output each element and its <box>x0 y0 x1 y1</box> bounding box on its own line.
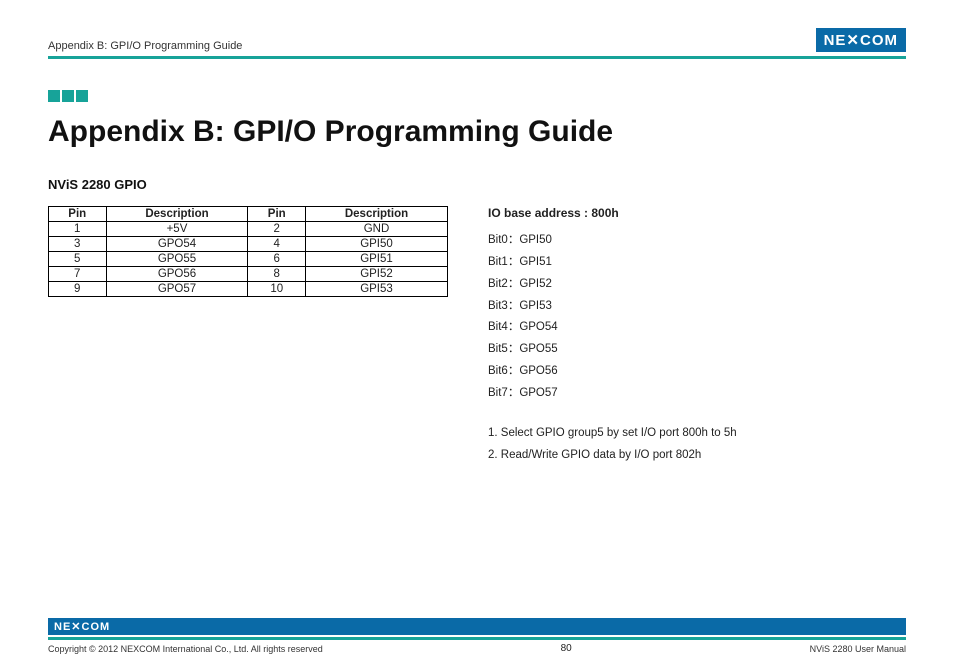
th: Description <box>106 207 248 222</box>
cell: GPI53 <box>305 282 447 297</box>
table-row: 1 +5V 2 GND <box>49 222 448 237</box>
copyright-text: Copyright © 2012 NEXCOM International Co… <box>48 644 323 654</box>
bit-item: Bit7：GPO57 <box>488 383 906 405</box>
table-row: 7 GPO56 8 GPI52 <box>49 267 448 282</box>
cell: 4 <box>248 237 306 252</box>
table-row: 3 GPO54 4 GPI50 <box>49 237 448 252</box>
instruction-steps: 1. Select GPIO group5 by set I/O port 80… <box>488 423 906 467</box>
th: Pin <box>49 207 107 222</box>
cell: 7 <box>49 267 107 282</box>
gpio-pin-table: Pin Description Pin Description 1 +5V 2 … <box>48 206 448 297</box>
bit-item: Bit2：GPI52 <box>488 274 906 296</box>
page-number: 80 <box>561 643 572 654</box>
table-header-row: Pin Description Pin Description <box>49 207 448 222</box>
breadcrumb: Appendix B: GPI/O Programming Guide <box>48 40 242 52</box>
cell: 9 <box>49 282 107 297</box>
cell: GPO57 <box>106 282 248 297</box>
bit-item: Bit5：GPO55 <box>488 339 906 361</box>
bit-mapping-list: Bit0：GPI50 Bit1：GPI51 Bit2：GPI52 Bit3：GP… <box>488 230 906 405</box>
cell: 10 <box>248 282 306 297</box>
page-title: Appendix B: GPI/O Programming Guide <box>48 115 906 149</box>
cell: GND <box>305 222 447 237</box>
bit-item: Bit1：GPI51 <box>488 252 906 274</box>
cell: GPI51 <box>305 252 447 267</box>
cell: GPO54 <box>106 237 248 252</box>
step-item: 1. Select GPIO group5 by set I/O port 80… <box>488 423 906 445</box>
cell: GPO55 <box>106 252 248 267</box>
cell: GPO56 <box>106 267 248 282</box>
header-rule <box>48 56 906 59</box>
decorative-squares <box>48 89 906 107</box>
brand-logo-bottom: NE✕COM <box>48 618 906 635</box>
cell: GPI50 <box>305 237 447 252</box>
cell: 3 <box>49 237 107 252</box>
cell: 1 <box>49 222 107 237</box>
cell: 5 <box>49 252 107 267</box>
step-item: 2. Read/Write GPIO data by I/O port 802h <box>488 445 906 467</box>
section-subhead: NViS 2280 GPIO <box>48 177 906 192</box>
doc-name: NViS 2280 User Manual <box>810 644 906 654</box>
th: Description <box>305 207 447 222</box>
cell: +5V <box>106 222 248 237</box>
bit-item: Bit0：GPI50 <box>488 230 906 252</box>
bit-item: Bit6：GPO56 <box>488 361 906 383</box>
table-row: 5 GPO55 6 GPI51 <box>49 252 448 267</box>
bit-item: Bit4：GPO54 <box>488 317 906 339</box>
table-row: 9 GPO57 10 GPI53 <box>49 282 448 297</box>
cell: 6 <box>248 252 306 267</box>
cell: 2 <box>248 222 306 237</box>
cell: 8 <box>248 267 306 282</box>
footer-rule <box>48 637 906 640</box>
io-base-heading: IO base address : 800h <box>488 206 906 220</box>
cell: GPI52 <box>305 267 447 282</box>
bit-item: Bit3：GPI53 <box>488 296 906 318</box>
brand-logo-top: NE✕COM <box>816 28 906 52</box>
th: Pin <box>248 207 306 222</box>
